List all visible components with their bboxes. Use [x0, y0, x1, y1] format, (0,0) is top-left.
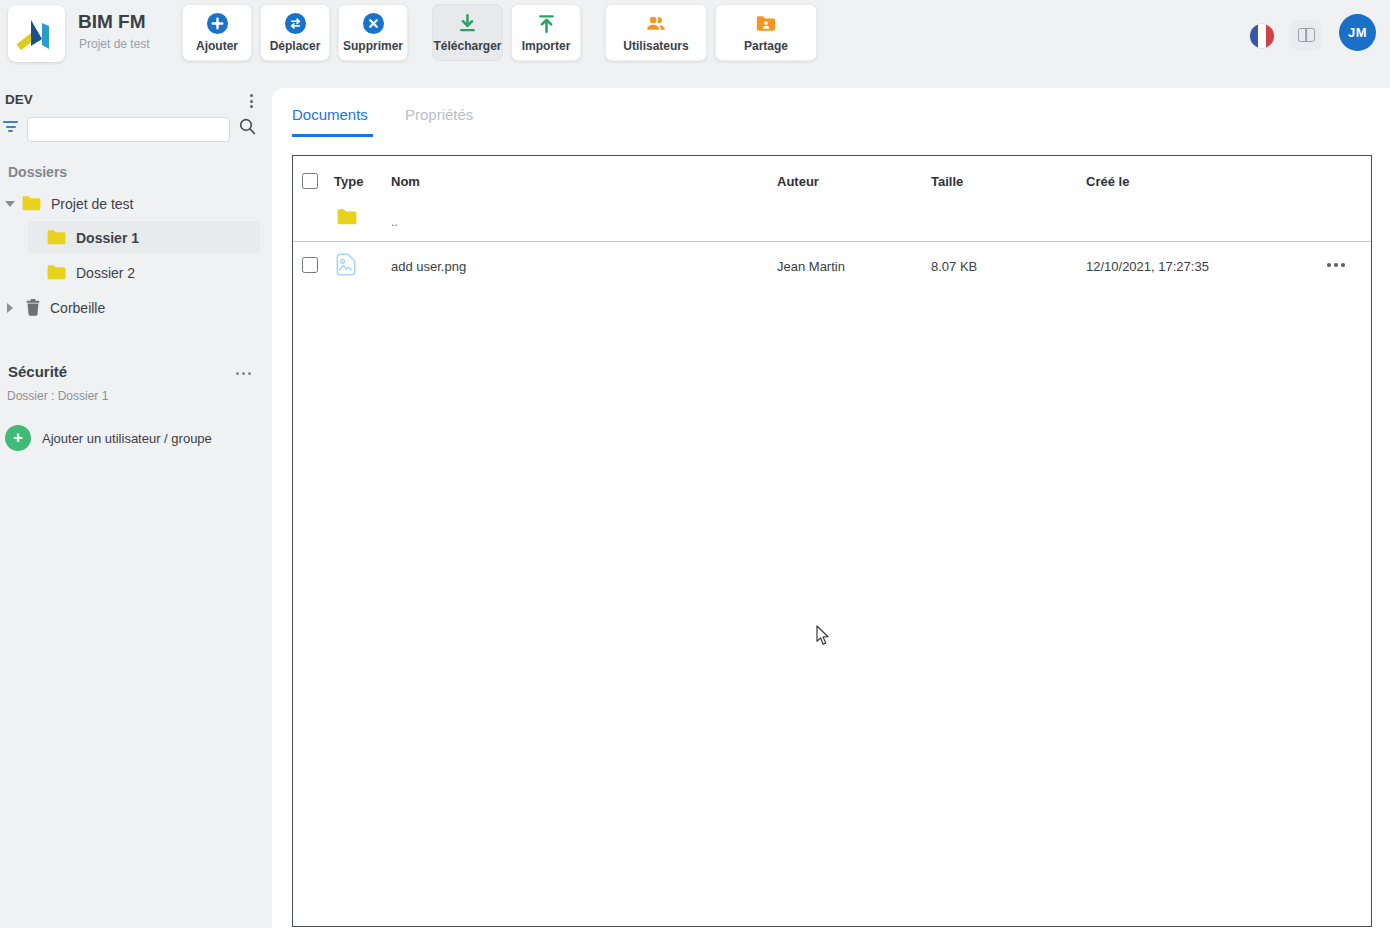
row-actions-menu-icon[interactable]	[1323, 259, 1349, 271]
share-button[interactable]: Partage	[715, 4, 817, 61]
mouse-cursor	[816, 625, 832, 647]
app-header: BIM FM Projet de test Ajouter Déplacer S…	[0, 0, 1390, 88]
add-button[interactable]: Ajouter	[182, 4, 252, 61]
app-logo[interactable]	[8, 5, 65, 62]
select-all-checkbox[interactable]	[302, 173, 318, 189]
sidebar: DEV Dossiers Projet de test Dossier 1 Do…	[0, 88, 272, 928]
users-button-label: Utilisateurs	[623, 39, 688, 53]
tree-item-label: Dossier 2	[76, 265, 135, 281]
column-header-nom[interactable]: Nom	[391, 174, 420, 189]
tree-item-projet-de-test[interactable]: Projet de test	[0, 188, 272, 219]
delete-button[interactable]: Supprimer	[338, 4, 408, 61]
add-user-group-button[interactable]: + Ajouter un utilisateur / groupe	[5, 425, 212, 451]
column-header-type[interactable]: Type	[334, 174, 363, 189]
app-subtitle: Projet de test	[79, 37, 150, 51]
security-context: Dossier : Dossier 1	[7, 389, 108, 403]
plus-icon: +	[5, 425, 31, 451]
header-right: JM	[1249, 14, 1376, 51]
tree-item-label: Corbeille	[50, 300, 105, 316]
file-name[interactable]: add user.png	[391, 259, 466, 274]
chevron-down-icon[interactable]	[5, 201, 15, 207]
close-circle-icon	[362, 12, 385, 35]
file-name[interactable]: ..	[391, 215, 398, 229]
row-divider	[293, 241, 1371, 242]
column-header-taille[interactable]: Taille	[931, 174, 963, 189]
move-circle-icon	[284, 12, 307, 35]
chevron-right-icon[interactable]	[7, 303, 13, 313]
split-view-icon[interactable]	[1291, 20, 1321, 50]
folder-icon	[46, 229, 67, 246]
add-button-label: Ajouter	[196, 39, 238, 53]
avatar[interactable]: JM	[1339, 14, 1376, 51]
search-input[interactable]	[27, 117, 230, 142]
column-header-auteur[interactable]: Auteur	[777, 174, 819, 189]
delete-button-label: Supprimer	[343, 39, 403, 53]
workspace-menu-icon[interactable]	[244, 93, 258, 109]
security-menu-icon[interactable]	[236, 372, 251, 375]
folders-section-label: Dossiers	[8, 164, 67, 180]
plus-circle-icon	[206, 12, 229, 35]
folder-icon	[336, 208, 358, 230]
import-button[interactable]: Importer	[511, 4, 581, 61]
shared-folder-icon	[754, 12, 778, 35]
file-author: Jean Martin	[777, 259, 845, 274]
users-icon	[644, 12, 668, 35]
folder-icon	[46, 264, 67, 281]
column-header-cree-le[interactable]: Créé le	[1086, 174, 1129, 189]
move-button-label: Déplacer	[270, 39, 321, 53]
download-icon	[456, 12, 479, 35]
row-checkbox[interactable]	[302, 257, 318, 273]
tree-item-label: Dossier 1	[76, 230, 139, 246]
toolbar: Ajouter Déplacer Supprimer Télécharger I…	[182, 4, 817, 61]
tree-item-label: Projet de test	[51, 196, 134, 212]
import-button-label: Importer	[522, 39, 571, 53]
add-user-group-label: Ajouter un utilisateur / groupe	[42, 431, 212, 446]
download-button[interactable]: Télécharger	[432, 4, 503, 61]
download-button-label: Télécharger	[433, 39, 501, 53]
bim-fm-logo-icon	[16, 13, 58, 55]
main-content: Documents Propriétés Type Nom Auteur Tai…	[272, 88, 1390, 928]
filter-icon[interactable]	[3, 121, 19, 133]
tab-documents[interactable]: Documents	[292, 106, 368, 123]
security-section-title: Sécurité	[8, 363, 67, 380]
users-button[interactable]: Utilisateurs	[605, 4, 707, 61]
image-file-icon	[335, 252, 357, 281]
language-flag-icon[interactable]	[1249, 23, 1275, 49]
tab-proprietes[interactable]: Propriétés	[405, 106, 473, 123]
move-button[interactable]: Déplacer	[260, 4, 330, 61]
tree-item-corbeille[interactable]: Corbeille	[0, 292, 272, 323]
file-size: 8.07 KB	[931, 259, 977, 274]
tree-item-dossier-2[interactable]: Dossier 2	[0, 257, 272, 288]
documents-table: Type Nom Auteur Taille Créé le .. add us…	[292, 155, 1372, 927]
workspace-title: DEV	[5, 92, 33, 107]
folder-icon	[21, 195, 42, 212]
file-created: 12/10/2021, 17:27:35	[1086, 259, 1209, 274]
app-title: BIM FM	[78, 11, 146, 33]
active-tab-indicator	[292, 134, 373, 137]
upload-icon	[535, 12, 558, 35]
search-icon[interactable]	[239, 118, 256, 135]
share-button-label: Partage	[744, 39, 788, 53]
trash-icon	[25, 298, 41, 317]
tree-item-dossier-1[interactable]: Dossier 1	[0, 222, 272, 253]
